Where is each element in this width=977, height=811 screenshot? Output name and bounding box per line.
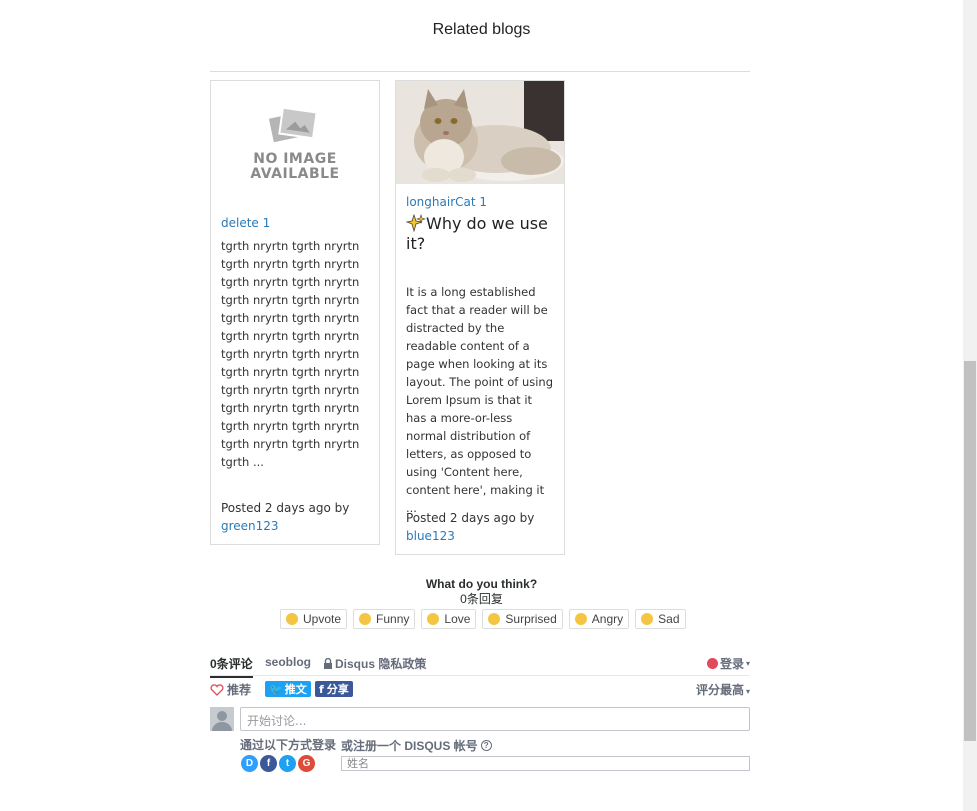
card-title[interactable]: Why do we use it?: [405, 213, 556, 254]
posted-label: Posted 2 days ago by: [406, 511, 535, 525]
avatar: [210, 707, 234, 731]
card-excerpt: tgrth nryrtn tgrth nryrtn tgrth nryrtn t…: [221, 239, 360, 469]
sparkle-icon: [405, 213, 426, 233]
page: Related blogs NO IMAGE AVAILABLE delete 1…: [0, 0, 963, 811]
thumbs-up-icon: [286, 613, 298, 625]
disqus-icon[interactable]: D: [241, 755, 258, 772]
tweet-label: 推文: [284, 684, 307, 696]
twitter-icon: 🐦: [269, 683, 283, 696]
twitter-icon[interactable]: t: [279, 755, 296, 772]
blog-card[interactable]: longhairCat 1 Why do we use it? It is a …: [395, 80, 565, 555]
heart-icon: [210, 683, 224, 696]
reactions: Upvote Funny Love Surprised Angry Sad: [280, 609, 686, 629]
laughing-face-icon: [359, 613, 372, 625]
facebook-icon: f: [319, 682, 324, 696]
tab-site[interactable]: seoblog: [265, 655, 311, 669]
heart-eyes-icon: [427, 613, 440, 625]
tweet-button[interactable]: 🐦 推文: [265, 681, 311, 697]
disqus-login-icon: [706, 658, 718, 669]
sort-dropdown[interactable]: 评分最高 ▾: [696, 681, 750, 698]
reaction-prompt: What do you think?: [425, 577, 538, 591]
social-login: D f t G: [241, 755, 315, 772]
divider: [210, 71, 750, 72]
register-label: 或注册一个 DISQUS 帐号: [341, 739, 478, 753]
tab-comments[interactable]: 0条评论: [210, 655, 253, 678]
tab-privacy[interactable]: Disqus 隐私政策: [323, 655, 426, 672]
reaction-label: Sad: [658, 612, 680, 626]
reaction-sad[interactable]: Sad: [635, 609, 686, 629]
card-user-link[interactable]: green123: [221, 517, 371, 535]
recommend-label: 推荐: [227, 683, 252, 697]
angry-face-icon: [574, 613, 587, 625]
reaction-funny[interactable]: Funny: [353, 609, 416, 629]
card-image: [396, 81, 564, 184]
card-title-text: Why do we use it?: [406, 214, 548, 253]
card-posted: Posted 2 days ago by blue123: [406, 509, 556, 545]
user-icon: [210, 707, 234, 731]
share-button[interactable]: f 分享: [315, 681, 353, 697]
sad-face-icon: [641, 613, 654, 625]
chevron-down-icon: ▾: [745, 687, 750, 696]
blog-card[interactable]: NO IMAGE AVAILABLE delete 1 tgrth nryrtn …: [210, 80, 380, 545]
reaction-label: Love: [444, 612, 471, 626]
card-posted: Posted 2 days ago by green123: [221, 499, 371, 535]
name-field[interactable]: 姓名: [341, 756, 750, 771]
reaction-label: Funny: [376, 612, 410, 626]
reaction-label: Surprised: [505, 612, 557, 626]
reaction-angry[interactable]: Angry: [568, 609, 630, 629]
chevron-down-icon: ▾: [745, 659, 750, 668]
reaction-label: Upvote: [303, 612, 342, 626]
disqus-nav: 0条评论 seoblog Disqus 隐私政策 登录 ▾: [210, 654, 750, 678]
photo-icon: [269, 107, 318, 143]
reaction-label: Angry: [591, 612, 624, 626]
comment-actions: 推荐 🐦 推文 f 分享 评分最高 ▾: [210, 680, 750, 698]
recommend-button[interactable]: 推荐: [210, 681, 251, 698]
comment-input[interactable]: 开始讨论...: [240, 707, 750, 731]
posted-label: Posted 2 days ago by: [221, 501, 350, 515]
facebook-icon[interactable]: f: [260, 755, 277, 772]
cat-photo: [396, 81, 564, 184]
reaction-love[interactable]: Love: [421, 609, 477, 629]
login-button[interactable]: 登录 ▾: [706, 655, 750, 672]
lock-icon: [324, 658, 332, 669]
card-author-link[interactable]: delete 1: [221, 216, 270, 230]
card-excerpt: It is a long established fact that a rea…: [406, 285, 554, 515]
share-label: 分享: [326, 684, 349, 696]
no-image-placeholder: NO IMAGE AVAILABLE: [211, 81, 379, 206]
reaction-surprised[interactable]: Surprised: [482, 609, 563, 629]
scrollbar-thumb[interactable]: [964, 361, 976, 741]
card-author-link[interactable]: longhairCat 1: [406, 195, 487, 209]
card-user-link[interactable]: blue123: [406, 527, 556, 545]
privacy-label: Disqus 隐私政策: [335, 657, 427, 671]
google-icon[interactable]: G: [298, 755, 315, 772]
login-with-label: 通过以下方式登录: [240, 738, 337, 752]
reaction-upvote[interactable]: Upvote: [280, 609, 348, 629]
register-link[interactable]: 或注册一个 DISQUS 帐号?: [341, 737, 492, 754]
surprised-face-icon: [488, 613, 501, 625]
help-icon[interactable]: ?: [480, 740, 492, 751]
login-label: 登录: [719, 657, 744, 671]
scrollbar[interactable]: [963, 0, 977, 811]
reply-count: 0条回复: [460, 592, 503, 606]
sort-label: 评分最高: [695, 683, 744, 697]
section-title: Related blogs: [432, 21, 531, 38]
no-image-text: NO IMAGE AVAILABLE: [250, 151, 340, 182]
